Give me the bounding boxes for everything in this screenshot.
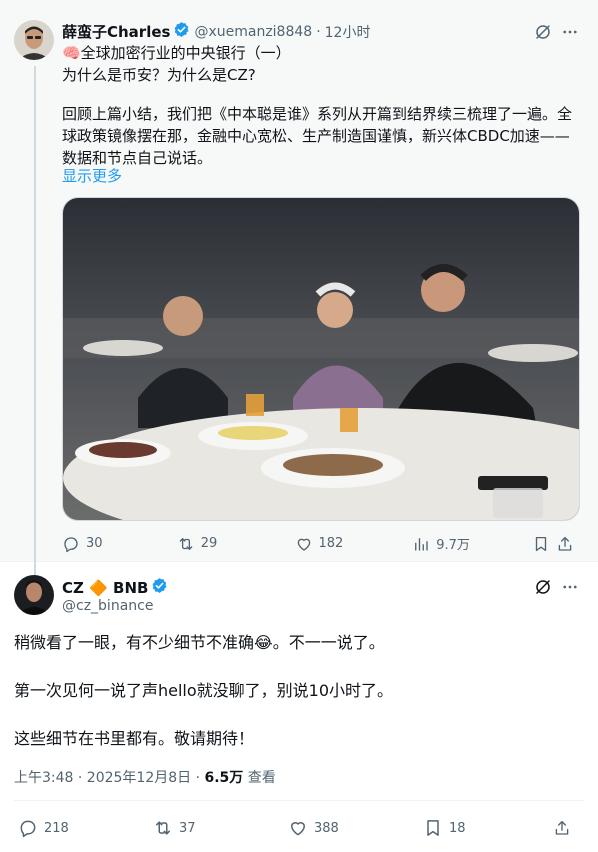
bookmark-count: 18 (449, 820, 466, 836)
views-label: 查看 (243, 770, 276, 786)
like-button[interactable]: 388 (288, 818, 423, 838)
reply-count: 218 (44, 820, 69, 836)
author-row: CZ 🔶 BNB (62, 577, 172, 598)
repost-count: 37 (179, 820, 196, 836)
repost-button[interactable]: 37 (153, 818, 288, 838)
verified-badge-icon (173, 21, 190, 42)
reply-button[interactable]: 30 (62, 535, 177, 553)
author-row: 薛蛮子Charles @xuemanzi8848 · 12小时 (62, 21, 370, 42)
reply-icon (20, 820, 36, 838)
show-more-link[interactable]: 显示更多 (62, 165, 122, 186)
bookmark-icon (427, 820, 439, 836)
reply-count: 30 (86, 536, 103, 551)
post-photo[interactable] (62, 197, 580, 521)
share-icon (558, 536, 572, 551)
parent-post-actions: 30 29 182 9.7万 (62, 534, 580, 553)
author-display-name[interactable]: 薛蛮子Charles (62, 21, 170, 42)
post-subtitle-line: 为什么是币安？为什么是CZ? (62, 66, 256, 84)
author-handle[interactable]: @cz_binance (62, 598, 153, 614)
reply-button[interactable]: 218 (18, 818, 153, 838)
like-icon (297, 538, 310, 551)
more-icon[interactable] (560, 577, 580, 597)
author-display-name[interactable]: CZ 🔶 BNB (62, 579, 148, 597)
bookmark-button[interactable] (532, 535, 556, 553)
author-handle-row: @cz_binance (62, 598, 153, 614)
like-button[interactable]: 182 (295, 535, 413, 553)
verified-badge-icon (151, 577, 168, 598)
post-time[interactable]: 12小时 (325, 22, 371, 42)
like-count: 182 (318, 536, 344, 551)
bookmark-button[interactable]: 18 (423, 818, 553, 838)
bookmark-icon (535, 536, 547, 551)
like-icon (291, 822, 305, 836)
share-button[interactable] (556, 535, 580, 553)
post-text-line-2: 第一次见何一说了声hello就没聊了，别说10小时了。 (14, 681, 394, 700)
avatar[interactable] (14, 575, 54, 615)
repost-count: 29 (200, 536, 218, 551)
post-title-line: 🧠全球加密行业的中央银行（一） (62, 44, 291, 62)
like-count: 388 (314, 820, 339, 836)
views-total: 6.5万 (204, 770, 244, 786)
grok-icon[interactable] (533, 577, 553, 597)
share-icon (555, 820, 569, 835)
post-body-line-2: 球政策镜像摆在那，金融中心宽松、生产制造国谨慎，新兴体CBDC加速—— (62, 127, 570, 145)
share-button[interactable] (553, 818, 577, 838)
repost-button[interactable]: 29 (177, 535, 295, 553)
post-timestamp[interactable]: 上午3:48 · 2025年12月8日 · (14, 770, 205, 786)
post-body-line-1: 回顾上篇小结，我们把《中本聪是谁》系列从开篇到结界续三梳理了一遍。全 (62, 105, 573, 123)
divider (14, 800, 584, 801)
views-button[interactable]: 9.7万 (412, 534, 532, 553)
avatar[interactable] (14, 20, 54, 60)
main-post-actions: 218 37 388 18 (18, 818, 578, 838)
post-text-line-1: 稍微看了一眼，有不少细节不准确😂。不一一说了。 (14, 633, 385, 652)
separator-dot: · (316, 23, 321, 40)
views-count: 9.7万 (436, 538, 470, 553)
author-handle[interactable]: @xuemanzi8848 (194, 24, 312, 40)
thread-connector-line (34, 66, 36, 576)
repost-icon (179, 537, 193, 550)
post-meta: 上午3:48 · 2025年12月8日 · 6.5万 查看 (14, 767, 276, 787)
views-icon (415, 537, 428, 551)
more-icon[interactable] (560, 22, 580, 42)
post-text-line-3: 这些细节在书里都有。敬请期待！ (14, 729, 255, 748)
grok-icon[interactable] (533, 22, 553, 42)
repost-icon (156, 821, 170, 835)
reply-icon (64, 536, 78, 552)
parent-post[interactable]: 薛蛮子Charles @xuemanzi8848 · 12小时 🧠全球加密行业的… (0, 0, 598, 576)
